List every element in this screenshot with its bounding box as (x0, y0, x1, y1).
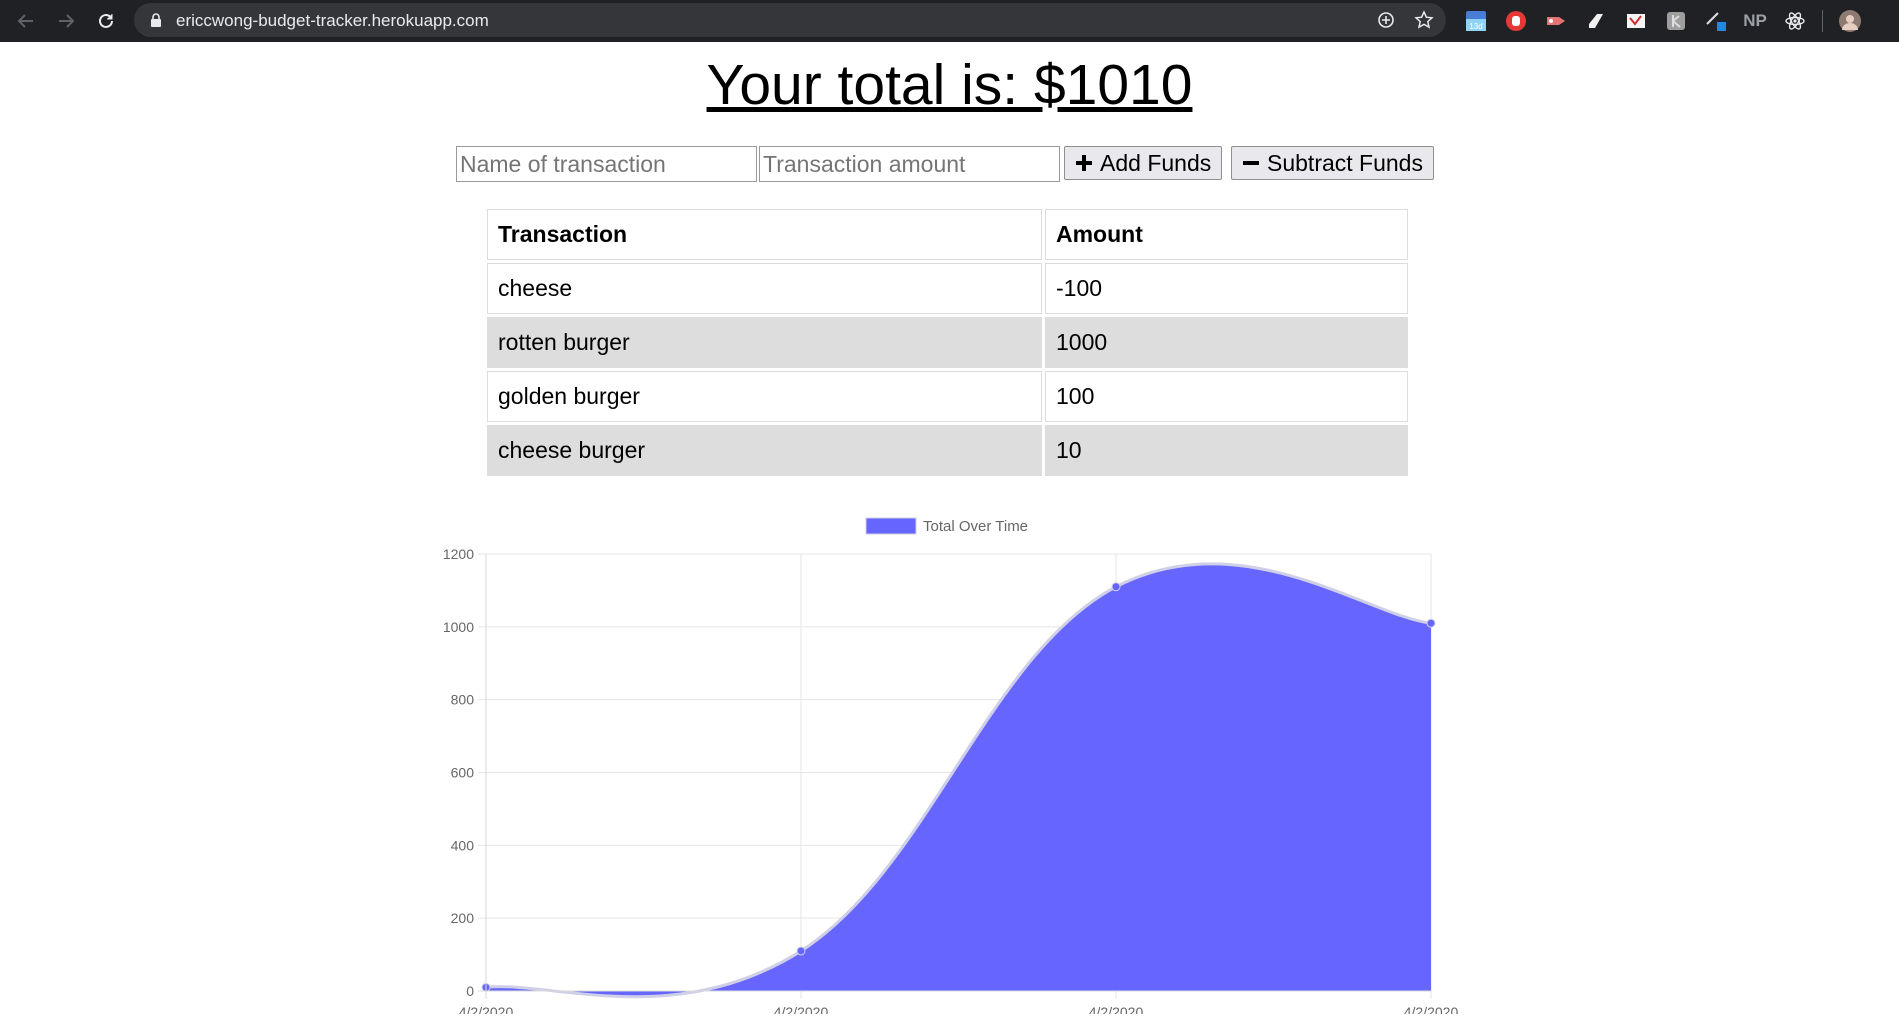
table-row: cheese burger 10 (487, 425, 1408, 476)
total-over-time-chart: Total Over Time 0 200 400 600 800 1000 1200 4/2/… (430, 474, 1460, 1019)
table-row: rotten burger 1000 (487, 317, 1408, 368)
transaction-amount-input[interactable] (759, 146, 1060, 182)
y-tick-label: 400 (451, 837, 475, 853)
x-tick-label: 4/2/2020 (1089, 1004, 1144, 1014)
hand-stop-icon[interactable] (1503, 8, 1529, 34)
zoom-icon[interactable] (1376, 10, 1396, 30)
calendar-icon[interactable]: 13d (1463, 8, 1489, 34)
profile-avatar[interactable] (1837, 8, 1863, 34)
table-row: cheese -100 (487, 263, 1408, 314)
total-heading: Your total is: $1010 (706, 53, 1193, 117)
arrow-tag-icon[interactable] (1543, 8, 1569, 34)
budget-tracker-page: Your total is: $1010 Add Funds Subtract … (0, 42, 1899, 1019)
add-funds-button[interactable]: Add Funds (1064, 146, 1223, 180)
y-tick-label: 800 (451, 692, 475, 708)
transaction-name-cell: cheese (487, 263, 1042, 314)
series-area (486, 563, 1431, 997)
tag-icon[interactable] (1583, 8, 1609, 34)
lock-icon (151, 13, 161, 27)
reload-button[interactable] (86, 0, 126, 42)
arrow-left-icon (17, 14, 33, 28)
y-tick-label: 0 (466, 983, 474, 999)
y-tick-label: 200 (451, 910, 475, 926)
address-bar[interactable]: ericcwong-budget-tracker.herokuapp.com (134, 3, 1446, 37)
x-tick-label: 4/2/2020 (1404, 1004, 1459, 1014)
box-icon[interactable] (1623, 8, 1649, 34)
minus-icon (1243, 161, 1259, 165)
column-header-amount: Amount (1045, 209, 1408, 260)
pen-icon[interactable] (1703, 8, 1729, 34)
transaction-name-input[interactable] (456, 146, 757, 182)
back-button[interactable] (6, 0, 46, 42)
transaction-amount-cell: -100 (1045, 263, 1408, 314)
transaction-amount-cell: 1000 (1045, 317, 1408, 368)
y-tick-label: 1200 (443, 546, 474, 562)
data-point (1426, 618, 1436, 628)
chart-canvas: Total Over Time 0 200 400 600 800 1000 1200 4/2/… (443, 517, 1459, 1019)
table-header-row: Transaction Amount (487, 209, 1408, 260)
k-icon[interactable] (1663, 8, 1689, 34)
react-icon[interactable] (1782, 8, 1808, 34)
transactions-table: Transaction Amount cheese -100 rotten bu… (484, 206, 1411, 479)
transaction-name-cell: cheese burger (487, 425, 1042, 476)
legend-label: Total Over Time (923, 518, 1028, 535)
add-funds-label: Add Funds (1100, 149, 1212, 176)
np-text[interactable]: NP (1742, 8, 1768, 34)
url-text: ericcwong-budget-tracker.herokuapp.com (176, 11, 489, 30)
data-point (796, 946, 806, 956)
svg-text:13d: 13d (1469, 22, 1482, 31)
subtract-funds-label: Subtract Funds (1267, 149, 1423, 176)
x-tick-label: 4/2/2020 (774, 1004, 829, 1014)
x-tick-label: 4/2/2020 (459, 1004, 514, 1014)
legend-swatch (865, 517, 917, 535)
transaction-name-cell: rotten burger (487, 317, 1042, 368)
transaction-amount-cell: 100 (1045, 371, 1408, 422)
reload-icon (99, 13, 113, 28)
bookmark-star-icon[interactable] (1414, 10, 1434, 30)
data-point (1111, 582, 1121, 592)
arrow-right-icon (59, 14, 75, 28)
column-header-transaction: Transaction (487, 209, 1042, 260)
y-tick-label: 1000 (443, 619, 474, 635)
browser-toolbar: ericcwong-budget-tracker.herokuapp.com 1… (0, 0, 1899, 42)
transaction-amount-cell: 10 (1045, 425, 1408, 476)
toolbar-divider (1822, 10, 1823, 32)
y-tick-label: 600 (451, 765, 475, 781)
transaction-name-cell: golden burger (487, 371, 1042, 422)
subtract-funds-button[interactable]: Subtract Funds (1231, 146, 1434, 180)
forward-button[interactable] (46, 0, 86, 42)
plus-icon (1076, 155, 1092, 171)
table-row: golden burger 100 (487, 371, 1408, 422)
